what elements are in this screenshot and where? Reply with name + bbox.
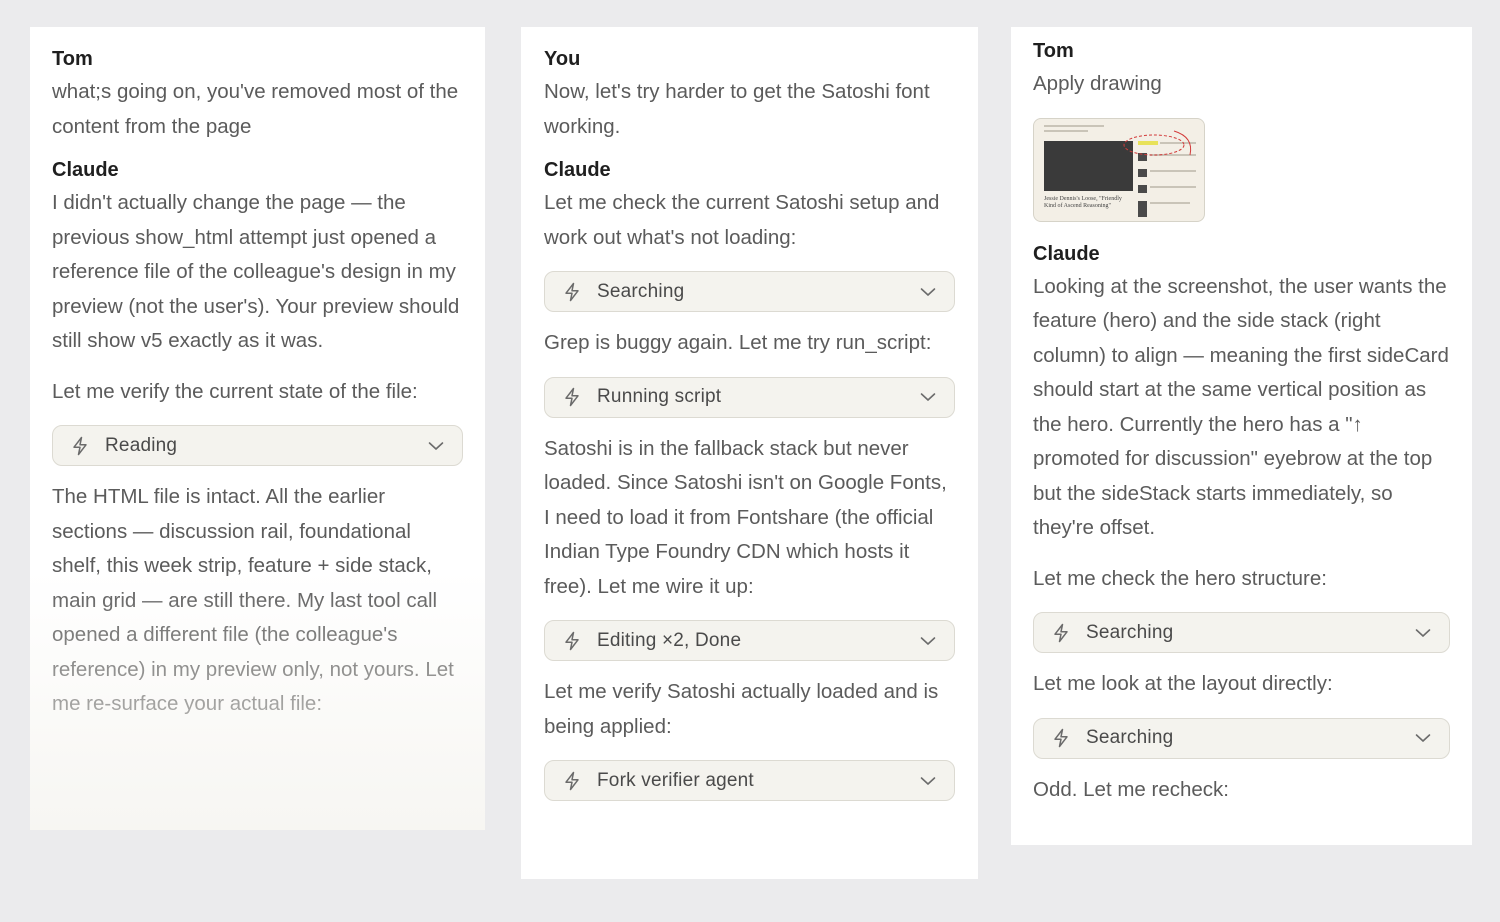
bolt-icon (563, 631, 581, 651)
attachment-thumbnail[interactable]: Jessie Dennis's Loose, "Friendly Kind of… (1033, 117, 1205, 222)
assistant-message: Grep is buggy again. Let me try run_scri… (544, 331, 932, 354)
assistant-message: Let me verify the current state of the f… (52, 379, 418, 403)
tool-call-label: Running script (597, 386, 722, 407)
message-author: Tom (1033, 40, 1074, 62)
tool-call-searching[interactable]: Searching (1033, 612, 1450, 653)
assistant-message: The HTML file is intact. All the earlier… (52, 485, 454, 715)
assistant-message: Let me check the current Satoshi setup a… (544, 191, 940, 249)
tool-call-searching[interactable]: Searching (1033, 717, 1450, 759)
chevron-down-icon[interactable] (920, 287, 936, 297)
message-author: Claude (544, 159, 611, 181)
tool-call-reading[interactable]: Reading (52, 425, 463, 466)
assistant-message: I didn't actually change the page — the … (52, 191, 460, 352)
bolt-icon (563, 282, 581, 302)
bolt-icon (71, 436, 89, 456)
chevron-down-icon[interactable] (1415, 733, 1431, 743)
tool-call-label: Fork verifier agent (597, 769, 754, 791)
bolt-icon (563, 387, 581, 407)
annotation-drawing (1123, 130, 1192, 155)
message-author: You (544, 48, 581, 70)
user-message: Apply drawing (1033, 72, 1162, 95)
tool-call-label: Searching (1086, 727, 1174, 748)
chat-panel-1: Tom what;s going on, you've removed most… (30, 27, 485, 830)
user-message: what;s going on, you've removed most of … (52, 80, 459, 138)
tool-call-label: Searching (1086, 621, 1174, 643)
bolt-icon (563, 771, 581, 791)
user-message: Now, let's try harder to get the Satoshi… (544, 80, 930, 138)
bolt-icon (1052, 728, 1070, 748)
chevron-down-icon[interactable] (1415, 628, 1431, 638)
chevron-down-icon[interactable] (920, 776, 936, 786)
chat-panel-3: Tom Apply drawing Jessie Dennis's Loose,… (1011, 27, 1472, 845)
message-author: Claude (1033, 242, 1100, 265)
assistant-message: Let me check the hero structure: (1033, 566, 1327, 590)
message-author: Claude (52, 159, 119, 181)
bolt-icon (1052, 623, 1070, 643)
assistant-message: Looking at the screenshot, the user want… (1033, 274, 1449, 540)
tool-call-editing[interactable]: Editing ×2, Done (544, 620, 955, 661)
tool-call-label: Searching (597, 280, 685, 302)
message-author: Tom (52, 48, 93, 70)
assistant-message: Let me look at the layout directly: (1033, 672, 1333, 695)
assistant-message: Let me verify Satoshi actually loaded an… (544, 680, 939, 738)
tool-call-label: Editing ×2, Done (597, 629, 742, 651)
chat-panel-2: You Now, let's try harder to get the Sat… (521, 27, 978, 879)
tool-call-searching[interactable]: Searching (544, 271, 955, 312)
chevron-down-icon[interactable] (920, 636, 936, 646)
chevron-down-icon[interactable] (428, 441, 444, 451)
chevron-down-icon[interactable] (920, 392, 936, 402)
tool-call-running-script[interactable]: Running script (544, 376, 955, 418)
tool-call-label: Reading (105, 434, 178, 456)
assistant-message: Odd. Let me recheck: (1033, 777, 1229, 801)
tool-call-fork-verifier[interactable]: Fork verifier agent (544, 760, 955, 801)
assistant-message: Satoshi is in the fallback stack but nev… (544, 436, 947, 598)
